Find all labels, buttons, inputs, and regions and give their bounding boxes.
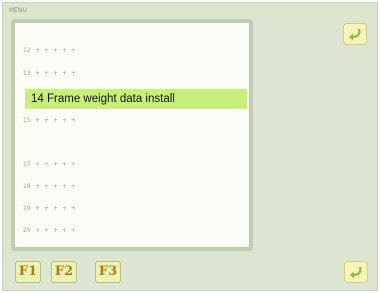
return-button-bottom[interactable] bbox=[344, 261, 368, 283]
item-text: + + + + + bbox=[35, 227, 77, 234]
item-code: 20 bbox=[23, 227, 31, 234]
item-text: + + + + + bbox=[35, 117, 77, 124]
list-item[interactable]: 18 + + + + + bbox=[15, 177, 247, 197]
return-arrow-icon bbox=[349, 28, 361, 41]
menu-list: 12 + + + + + 13 + + + + + 14 Frame weigh… bbox=[11, 19, 253, 251]
f2-key[interactable]: F2 bbox=[51, 261, 77, 283]
list-item[interactable]: 20 + + + + + bbox=[15, 221, 247, 241]
corner-label: MENU bbox=[9, 7, 27, 14]
f1-key[interactable]: F1 bbox=[15, 261, 41, 283]
item-code: 12 bbox=[23, 47, 31, 54]
list-item[interactable]: 12 + + + + + bbox=[15, 41, 247, 61]
item-text: + + + + + bbox=[35, 161, 77, 168]
list-item[interactable]: 19 + + + + + bbox=[15, 199, 247, 219]
item-label: 14 Frame weight data install bbox=[31, 93, 175, 105]
item-text: + + + + + bbox=[35, 183, 77, 190]
item-code: 17 bbox=[23, 161, 31, 168]
item-code: 19 bbox=[23, 205, 31, 212]
return-button-top[interactable] bbox=[343, 23, 367, 45]
device-screen: MENU 12 + + + + + 13 + + + + + 14 Frame … bbox=[2, 2, 378, 291]
list-item[interactable]: 13 + + + + + bbox=[15, 64, 247, 84]
item-text: + + + + + bbox=[35, 70, 77, 77]
list-item[interactable]: 15 + + + + + bbox=[15, 111, 247, 131]
item-code: 13 bbox=[23, 70, 31, 77]
list-item[interactable]: 17 + + + + + bbox=[15, 155, 247, 175]
item-text: + + + + + bbox=[35, 47, 77, 54]
f3-key[interactable]: F3 bbox=[95, 261, 121, 283]
item-code: 15 bbox=[23, 117, 31, 124]
list-item-selected[interactable]: 14 Frame weight data install bbox=[25, 89, 247, 109]
return-arrow-icon bbox=[350, 266, 362, 279]
item-code: 18 bbox=[23, 183, 31, 190]
item-text: + + + + + bbox=[35, 205, 77, 212]
